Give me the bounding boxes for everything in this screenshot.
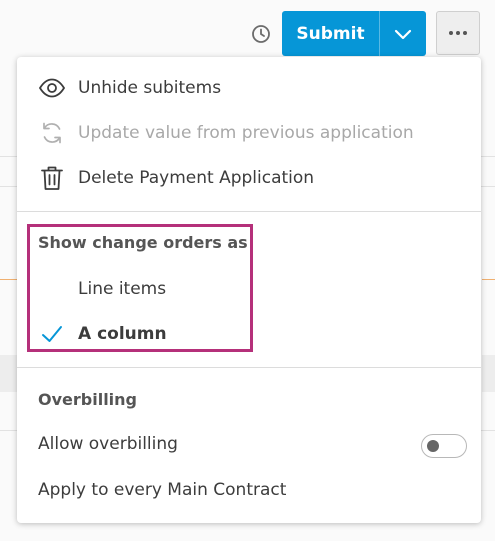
apply-to-every-main-contract-item[interactable]: Apply to every Main Contract <box>38 480 286 500</box>
option-a-column[interactable]: A column <box>17 314 481 354</box>
overbilling-section-title: Overbilling <box>38 390 138 409</box>
chevron-down-icon <box>394 29 412 39</box>
change-orders-section-title: Show change orders as <box>38 233 248 252</box>
menu-item-label: Delete Payment Application <box>78 168 315 188</box>
more-horizontal-icon <box>449 31 467 35</box>
background-cell <box>0 355 17 392</box>
option-label: A column <box>78 324 167 344</box>
background-accent-line <box>482 279 495 280</box>
page: Submit Unhide subitems Update value from… <box>0 0 495 541</box>
more-options-menu: Unhide subitems Update value from previo… <box>17 57 481 523</box>
menu-item-label: Update value from previous application <box>78 123 414 143</box>
toggle-knob <box>427 440 439 452</box>
submit-options-button[interactable] <box>380 11 426 56</box>
menu-item-update-value: Update value from previous application <box>17 113 481 153</box>
menu-divider <box>17 367 481 368</box>
more-options-button[interactable] <box>436 11 480 55</box>
menu-divider <box>17 211 481 212</box>
submit-button-group: Submit <box>282 11 426 56</box>
allow-overbilling-toggle[interactable] <box>421 434 467 458</box>
clock-icon[interactable] <box>250 23 272 45</box>
trash-icon <box>37 163 67 193</box>
menu-item-delete-payment-application[interactable]: Delete Payment Application <box>17 158 481 198</box>
submit-button[interactable]: Submit <box>282 11 380 56</box>
menu-item-unhide-subitems[interactable]: Unhide subitems <box>17 68 481 108</box>
allow-overbilling-label: Allow overbilling <box>38 434 178 454</box>
checkmark-icon <box>37 319 67 349</box>
refresh-icon <box>37 118 67 148</box>
option-line-items[interactable]: Line items <box>17 269 481 309</box>
option-label: Line items <box>78 279 167 299</box>
menu-item-label: Unhide subitems <box>78 78 222 98</box>
background-cell <box>482 355 495 392</box>
eye-icon <box>37 73 67 103</box>
